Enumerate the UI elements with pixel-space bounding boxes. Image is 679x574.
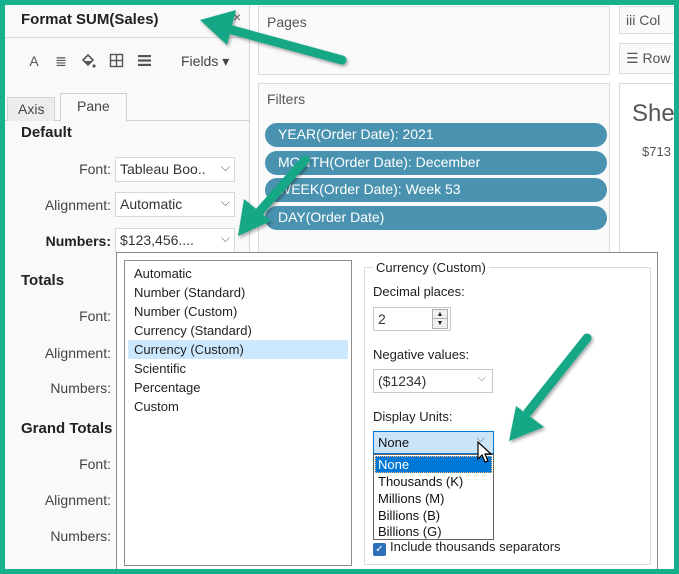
format-pane-title: Format SUM(Sales) xyxy=(21,11,159,28)
decimal-places-label: Decimal places: xyxy=(373,284,465,299)
stepper-up-icon[interactable]: ▲ xyxy=(433,310,447,319)
default-numbers-label: Numbers: xyxy=(45,233,111,249)
stepper-down-icon[interactable]: ▼ xyxy=(433,319,447,328)
totals-alignment-label: Alignment: xyxy=(44,345,111,361)
format-type-item[interactable]: Automatic xyxy=(128,264,348,283)
default-font-value: Tableau Boo.. xyxy=(120,161,206,177)
borders-icon[interactable] xyxy=(107,53,125,71)
filters-shelf[interactable]: Filters YEAR(Order Date): 2021 MONTH(Ord… xyxy=(258,83,610,263)
tab-pane[interactable]: Pane xyxy=(60,93,127,122)
title-divider xyxy=(5,37,250,38)
default-font-select[interactable]: Tableau Boo.. ⌵ xyxy=(115,157,235,182)
filter-pill[interactable]: MONTH(Order Date): December xyxy=(265,151,607,175)
display-units-option[interactable]: Millions (M) xyxy=(375,490,492,507)
filters-label: Filters xyxy=(267,91,306,107)
mouse-cursor-icon xyxy=(477,441,493,463)
negative-values-label: Negative values: xyxy=(373,347,470,362)
grand-totals-font-label: Font: xyxy=(79,456,111,472)
display-units-option[interactable]: Billions (B) xyxy=(375,507,492,524)
pages-label: Pages xyxy=(267,14,307,30)
format-type-item[interactable]: Scientific xyxy=(128,359,348,378)
display-units-option[interactable]: Thousands (K) xyxy=(375,473,492,490)
shading-icon[interactable] xyxy=(79,53,97,72)
display-units-option[interactable]: None xyxy=(375,456,492,473)
negative-values-select[interactable]: ($1234) ⌵ xyxy=(373,369,493,393)
fields-dropdown[interactable]: Fields ▾ xyxy=(181,53,229,70)
chevron-down-icon: ⌵ xyxy=(477,372,486,384)
filter-pill[interactable]: YEAR(Order Date): 2021 xyxy=(265,123,607,147)
format-type-item[interactable]: Custom xyxy=(128,397,348,416)
default-numbers-select[interactable]: $123,456.... ⌵ xyxy=(115,228,235,253)
default-alignment-select[interactable]: Automatic ⌵ xyxy=(115,192,235,217)
number-format-type-list[interactable]: Automatic Number (Standard) Number (Cust… xyxy=(124,260,352,566)
display-units-value: None xyxy=(378,435,410,450)
chevron-down-icon: ⌵ xyxy=(220,160,230,174)
lines-icon[interactable] xyxy=(135,53,153,71)
format-type-item[interactable]: Currency (Standard) xyxy=(128,321,348,340)
checkbox-checked-icon[interactable]: ✓ xyxy=(373,543,386,556)
default-font-label: Font: xyxy=(79,161,111,177)
sheet-value: $713 xyxy=(642,144,671,159)
display-units-label: Display Units: xyxy=(373,409,453,424)
font-icon[interactable]: A xyxy=(25,53,43,69)
columns-shelf[interactable]: iii Col xyxy=(619,6,679,34)
format-type-item[interactable]: Number (Custom) xyxy=(128,302,348,321)
close-icon[interactable]: × xyxy=(233,9,241,25)
default-numbers-value: $123,456.... xyxy=(120,232,194,248)
filter-pill[interactable]: WEEK(Order Date): Week 53 xyxy=(265,178,607,202)
thousands-separator-label: Include thousands separators xyxy=(390,539,561,554)
chevron-down-icon: ⌵ xyxy=(220,231,230,245)
tab-axis[interactable]: Axis xyxy=(7,97,56,121)
group-title: Currency (Custom) xyxy=(373,260,489,275)
default-alignment-value: Automatic xyxy=(120,196,183,212)
section-default-heading: Default xyxy=(21,124,72,141)
format-type-item[interactable]: Number (Standard) xyxy=(128,283,348,302)
sheet-title: She xyxy=(632,100,675,127)
default-alignment-label: Alignment: xyxy=(44,197,111,213)
grand-totals-alignment-label: Alignment: xyxy=(44,492,111,508)
display-units-options: None Thousands (K) Millions (M) Billions… xyxy=(373,454,494,540)
display-units-select[interactable]: None ⌵ xyxy=(373,431,494,454)
pages-shelf[interactable]: Pages xyxy=(258,6,610,75)
format-type-item[interactable]: Percentage xyxy=(128,378,348,397)
filter-pill[interactable]: DAY(Order Date) xyxy=(265,206,607,230)
display-units-option[interactable]: Billions (G) xyxy=(375,523,492,540)
format-toolbar: A ≣ Fields ▾ xyxy=(5,51,250,75)
alignment-icon[interactable]: ≣ xyxy=(52,53,70,70)
number-format-panel: Automatic Number (Standard) Number (Cust… xyxy=(116,252,658,574)
decimal-places-stepper[interactable]: 2 ▲ ▼ xyxy=(373,307,451,331)
decimal-places-value: 2 xyxy=(378,311,386,327)
section-totals-heading: Totals xyxy=(21,272,65,289)
chevron-down-icon: ⌵ xyxy=(220,195,230,209)
format-type-item-selected[interactable]: Currency (Custom) xyxy=(128,340,348,359)
totals-font-label: Font: xyxy=(79,308,111,324)
negative-values-value: ($1234) xyxy=(378,373,427,389)
totals-numbers-label: Numbers: xyxy=(50,380,111,396)
format-tabs: Axis Pane xyxy=(5,93,250,122)
grand-totals-numbers-label: Numbers: xyxy=(50,528,111,544)
rows-shelf[interactable]: ☰ Row xyxy=(619,43,679,74)
stepper-buttons: ▲ ▼ xyxy=(432,309,448,329)
section-grand-totals-heading: Grand Totals xyxy=(21,420,113,437)
thousands-separator-row[interactable]: ✓ Include thousands separators xyxy=(373,539,561,556)
